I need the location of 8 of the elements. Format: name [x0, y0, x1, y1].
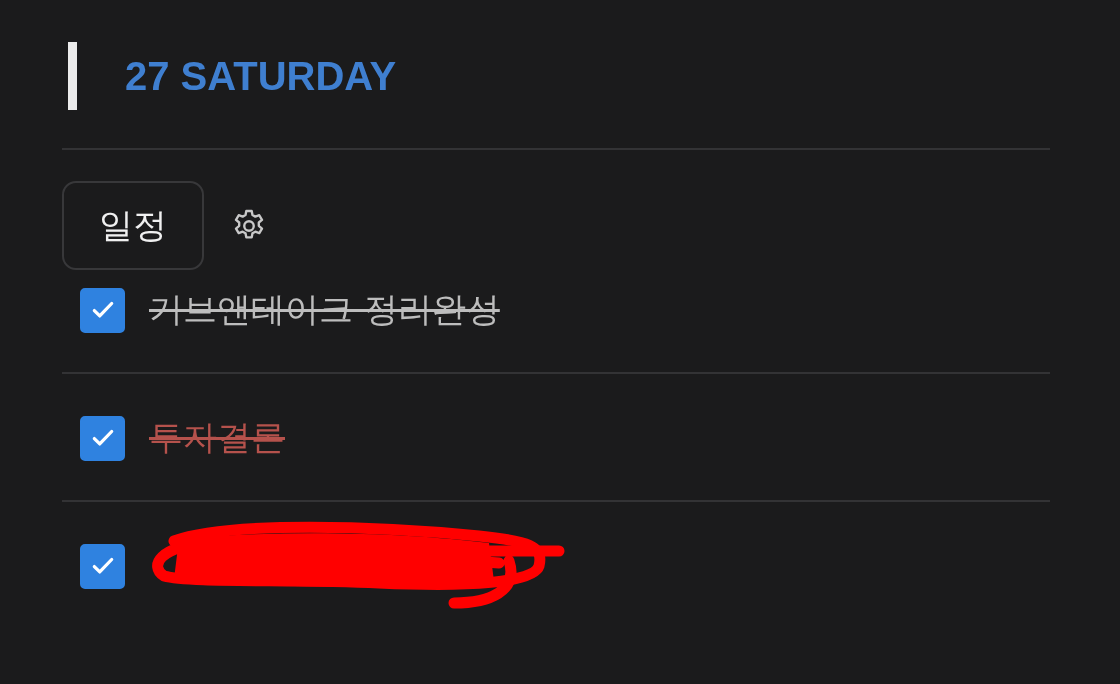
- checkbox[interactable]: [80, 543, 125, 589]
- view-button[interactable]: 일정: [62, 181, 204, 270]
- task-text: 기브앤테이크 정리완성: [149, 288, 500, 331]
- task-text: 투자결론: [149, 416, 285, 459]
- checkbox[interactable]: [80, 287, 125, 333]
- accent-bar: [68, 42, 77, 110]
- checkbox[interactable]: [80, 415, 125, 461]
- date-heading: 27 SATURDAY: [125, 53, 397, 99]
